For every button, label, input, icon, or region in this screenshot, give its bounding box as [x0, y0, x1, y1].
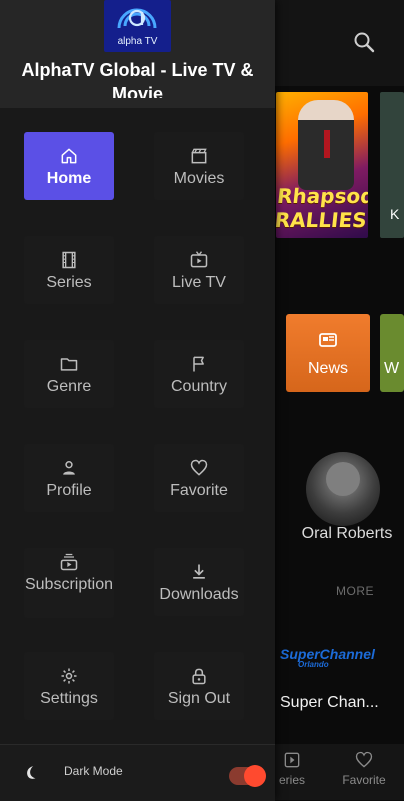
person-name: Oral Roberts — [301, 525, 393, 542]
gear-icon — [61, 668, 77, 684]
channel-title[interactable]: Super Chan... — [280, 694, 379, 712]
menu-label: Country — [170, 378, 228, 395]
category-label: News — [307, 360, 348, 377]
superchannel-logo: SuperChannel Orlando — [280, 646, 375, 669]
toggle-knob[interactable] — [244, 765, 266, 787]
poster-rhapsody-rallies[interactable]: Rhapsody RALLIES — [276, 92, 368, 238]
navigation-drawer: alpha TV AlphaTV Global - Live TV & Movi… — [0, 0, 275, 801]
menu-country[interactable]: Country — [154, 340, 244, 408]
category-label: W — [384, 360, 400, 377]
download-icon — [193, 564, 205, 579]
series-icon — [284, 752, 300, 768]
lock-icon — [192, 668, 206, 685]
poster-tie — [324, 130, 330, 158]
bottom-nav-favorite[interactable]: Favorite — [336, 750, 392, 787]
subscription-icon — [60, 553, 78, 571]
poster-side-letter: K — [390, 206, 400, 222]
search-icon[interactable] — [352, 30, 376, 54]
menu-label: Home — [46, 170, 92, 187]
menu-label: Live TV — [172, 274, 226, 291]
menu-live-tv[interactable]: Live TV — [154, 236, 244, 304]
bottom-nav-label: eries — [278, 773, 305, 787]
drawer-header: alpha TV AlphaTV Global - Live TV & Movi… — [0, 0, 275, 108]
bottom-nav-label: Favorite — [342, 773, 386, 787]
app-title: AlphaTV Global - Live TV & Movie — [21, 60, 254, 98]
menu-label: Subscription — [24, 576, 114, 593]
clapperboard-icon — [191, 148, 207, 164]
category-green[interactable]: W — [380, 314, 404, 392]
menu-home[interactable]: Home — [24, 132, 114, 200]
menu-label: Movies — [173, 170, 225, 187]
home-icon — [61, 148, 77, 164]
menu-profile[interactable]: Profile — [24, 444, 114, 512]
menu-movies[interactable]: Movies — [154, 132, 244, 200]
menu-series[interactable]: Series — [24, 236, 114, 304]
news-icon — [319, 333, 337, 347]
menu-label: Settings — [40, 690, 98, 707]
folder-icon — [60, 358, 78, 371]
menu-label: Series — [46, 274, 92, 291]
poster-side[interactable]: K — [380, 92, 404, 238]
menu-label: Profile — [46, 482, 92, 499]
alpha-tv-logo: alpha TV — [104, 0, 171, 52]
menu-settings[interactable]: Settings — [24, 652, 114, 720]
poster-title: Rhapsody RALLIES — [276, 184, 368, 232]
film-strip-icon — [62, 251, 76, 269]
flag-icon — [193, 356, 204, 372]
menu-label: Downloads — [159, 586, 239, 603]
heart-icon — [190, 459, 208, 476]
more-link[interactable]: MORE — [336, 584, 374, 598]
menu-label: Genre — [46, 378, 92, 395]
superchannel-logo-sub: Orlando — [298, 660, 329, 669]
person-icon — [63, 461, 75, 475]
moon-icon — [27, 766, 36, 779]
menu-favorite[interactable]: Favorite — [154, 444, 244, 512]
menu-label: Favorite — [170, 482, 228, 499]
category-news[interactable]: News — [286, 314, 370, 392]
bottom-nav-series[interactable]: eries — [272, 750, 312, 787]
menu-downloads[interactable]: Downloads — [154, 548, 244, 616]
menu-subscription[interactable]: Subscription — [24, 548, 114, 618]
tv-icon — [190, 251, 208, 268]
broadcast-icon — [117, 8, 157, 29]
logo-text: alpha TV — [117, 36, 158, 47]
dark-mode-toggle[interactable] — [229, 765, 266, 787]
menu-sign-out[interactable]: Sign Out — [154, 652, 244, 720]
dark-mode-label: Dark Mode — [64, 764, 123, 778]
menu-genre[interactable]: Genre — [24, 340, 114, 408]
avatar-oral-roberts[interactable] — [306, 452, 380, 526]
heart-icon — [355, 751, 373, 768]
menu-label: Sign Out — [167, 690, 231, 707]
